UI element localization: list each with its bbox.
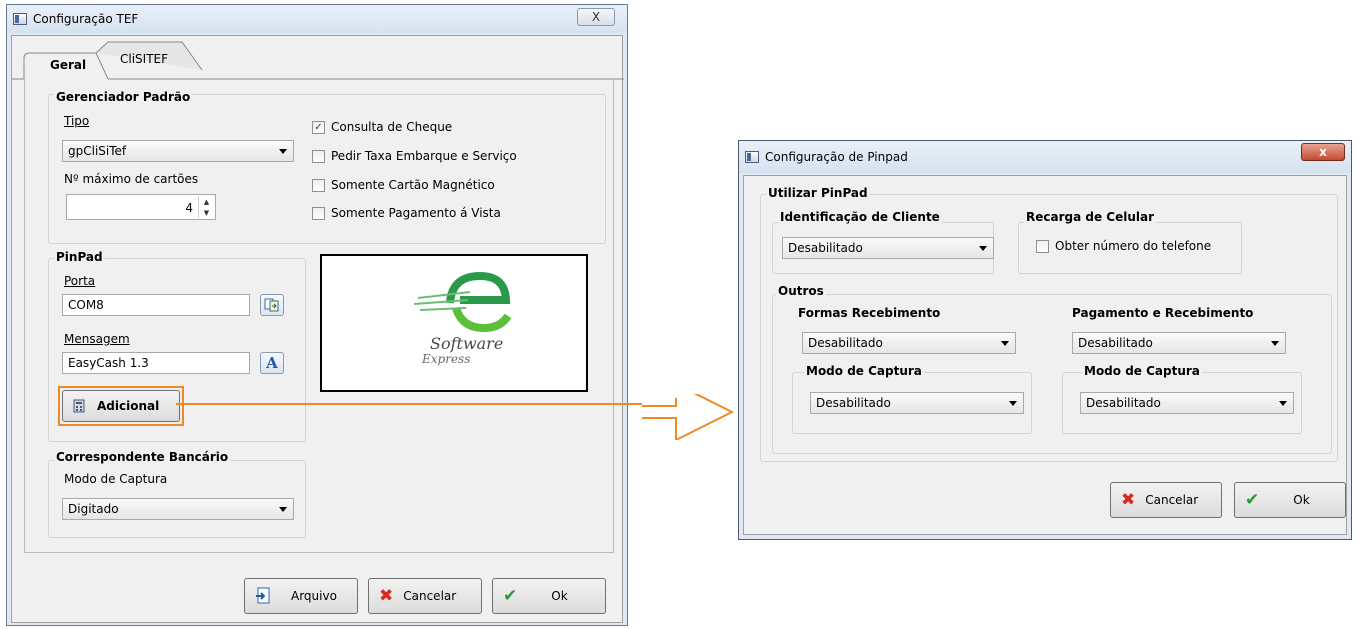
arquivo-button[interactable]: Arquivo [244,578,358,614]
formas-modo-select[interactable]: Desabilitado [810,392,1024,414]
cancelar-label: Cancelar [403,589,457,603]
pinpad-dialog: Configuração de Pinpad x Utilizar PinPad… [738,140,1352,540]
cancel-x-icon: ✖ [379,586,394,606]
obter-telefone-label: Obter número do telefone [1055,239,1212,253]
tef-client-area: Geral CliSITEF Gerenciador Padrão Tipo g… [11,35,624,623]
ok-label: Ok [551,589,568,603]
pagamento-value: Desabilitado [1078,336,1153,350]
pinpad-titlebar: Configuração de Pinpad x [739,141,1351,173]
pinpad-ok-button[interactable]: ✔ Ok [1234,482,1346,518]
pinpad-ok-label: Ok [1293,493,1310,507]
pinpad-dialog-title: Configuração de Pinpad [765,150,908,164]
pagamento-select[interactable]: Desabilitado [1072,332,1286,354]
chevron-down-icon [1009,401,1017,406]
pagamento-modo-value: Desabilitado [1086,396,1161,410]
chevron-down-icon [1271,341,1279,346]
arquivo-label: Arquivo [291,589,337,603]
checkmark-icon: ✔ [503,586,518,606]
chevron-down-icon [1279,401,1287,406]
tab-strip [12,41,624,80]
tab-clisitef[interactable]: CliSITEF [120,52,168,66]
identificacao-title: Identificação de Cliente [778,210,942,224]
recarga-title: Recarga de Celular [1024,210,1157,224]
formas-value: Desabilitado [808,336,883,350]
tab-geral[interactable]: Geral [50,58,86,72]
import-file-icon [256,587,270,604]
ok-button[interactable]: ✔ Ok [492,578,606,614]
pinpad-close-button[interactable]: x [1301,143,1345,161]
pagamento-title: Pagamento e Recebimento [1070,306,1256,320]
utilizar-pinpad-title: Utilizar PinPad [766,186,870,200]
checkmark-icon: ✔ [1245,490,1260,510]
app-icon [13,13,27,25]
identificacao-select[interactable]: Desabilitado [782,237,994,259]
tef-window: Configuração TEF X Geral CliSITEF Gerenc… [6,4,628,626]
formas-modo-title: Modo de Captura [804,364,924,378]
cancelar-button[interactable]: ✖ Cancelar [368,578,482,614]
pagamento-modo-select[interactable]: Desabilitado [1080,392,1294,414]
tab-page-border [24,79,614,553]
pagamento-modo-title: Modo de Captura [1082,364,1202,378]
tef-window-title: Configuração TEF [33,12,139,26]
outros-title: Outros [776,284,826,298]
formas-title: Formas Recebimento [796,306,943,320]
formas-modo-value: Desabilitado [816,396,891,410]
formas-select[interactable]: Desabilitado [802,332,1016,354]
pinpad-cancelar-button[interactable]: ✖ Cancelar [1110,482,1222,518]
pinpad-cancelar-label: Cancelar [1145,493,1199,507]
pinpad-client-area: Utilizar PinPad Identificação de Cliente… [743,175,1347,535]
checkbox-icon[interactable] [1036,239,1049,253]
tef-titlebar: Configuração TEF X [7,5,627,33]
app-icon [745,151,759,163]
cancel-x-icon: ✖ [1121,490,1136,510]
chevron-down-icon [1001,341,1009,346]
chevron-down-icon [979,246,987,251]
obter-telefone-checkbox[interactable]: Obter número do telefone [1036,239,1211,253]
identificacao-value: Desabilitado [788,241,863,255]
flow-arrow [176,394,735,440]
tef-close-button[interactable]: X [577,8,615,26]
